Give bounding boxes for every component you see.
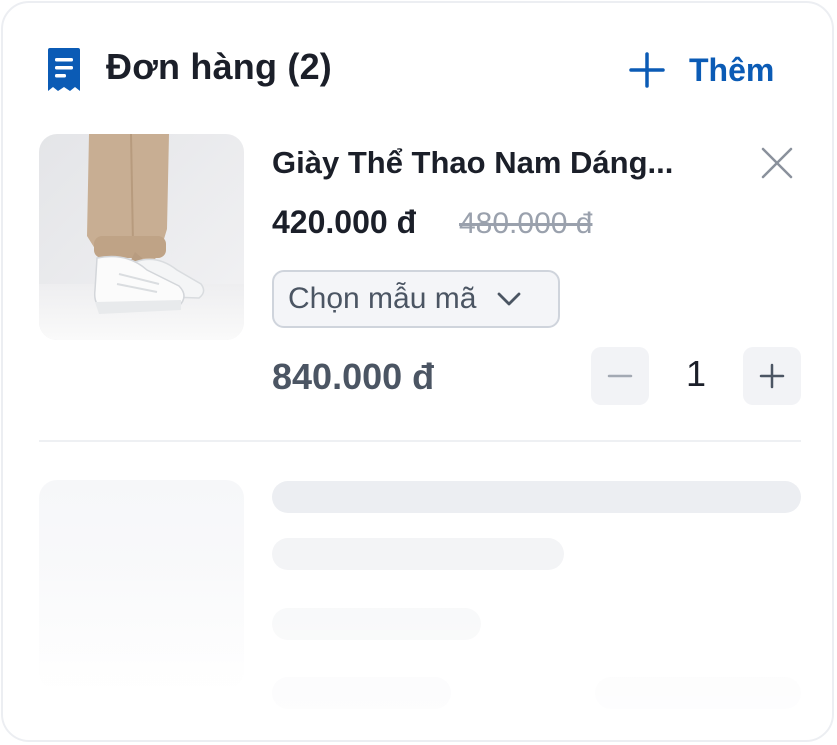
fade-overlay [3, 563, 832, 740]
plus-icon [629, 52, 665, 88]
remove-item-button[interactable] [759, 145, 795, 181]
increase-quantity-button[interactable] [743, 347, 801, 405]
quantity-value[interactable]: 1 [649, 353, 743, 395]
skeleton-line [272, 481, 801, 513]
page-title: Đơn hàng (2) [106, 46, 332, 87]
divider [39, 440, 801, 442]
receipt-icon [48, 48, 80, 91]
order-header: Đơn hàng (2) Thêm [3, 3, 832, 123]
product-name[interactable]: Giày Thể Thao Nam Dáng... [272, 145, 673, 181]
variant-select[interactable]: Chọn mẫu mã [272, 270, 560, 328]
decrease-quantity-button[interactable] [591, 347, 649, 405]
item-subtotal: 840.000 đ [272, 356, 435, 397]
chevron-down-icon [498, 292, 521, 306]
sale-price: 420.000 đ [272, 204, 417, 240]
product-image[interactable] [39, 134, 244, 340]
order-card: Đơn hàng (2) Thêm Giày Thể Thao Nam Dáng… [1, 1, 834, 742]
minus-icon [607, 374, 633, 378]
add-button-label: Thêm [689, 51, 775, 88]
add-order-button[interactable]: Thêm [627, 45, 774, 95]
variant-select-value: Chọn mẫu mã [288, 282, 477, 315]
close-icon [761, 147, 793, 179]
plus-icon [759, 363, 785, 389]
original-price: 480.000 đ [459, 207, 593, 240]
